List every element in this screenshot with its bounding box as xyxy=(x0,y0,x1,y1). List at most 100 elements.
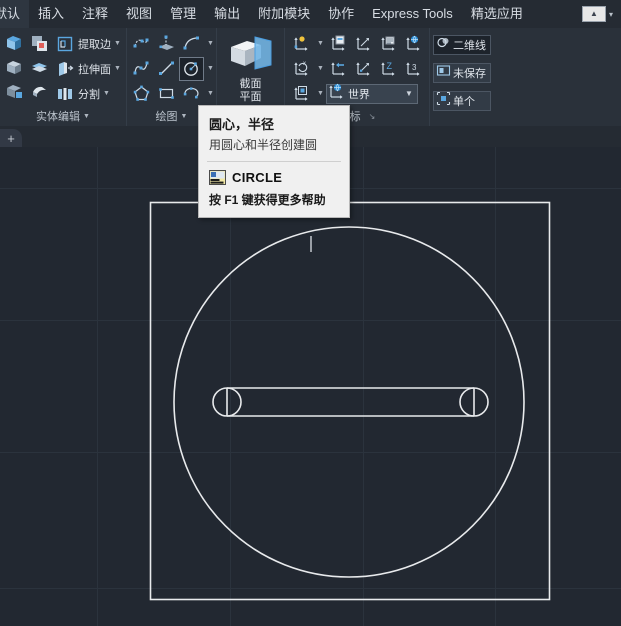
ribbon-tab-collaborate[interactable]: 协作 xyxy=(319,0,363,28)
ribbon-tab-manage[interactable]: 管理 xyxy=(161,0,205,28)
separate-solids-label: 分割 xyxy=(78,88,100,101)
extrude-faces-icon[interactable] xyxy=(52,57,77,81)
panel-title-draw-text: 绘图 xyxy=(155,111,178,123)
chevron-down-icon[interactable]: ▼ xyxy=(207,40,214,47)
ribbon-tab-output[interactable]: 输出 xyxy=(205,0,249,28)
chevron-down-icon[interactable]: ▼ xyxy=(405,89,413,98)
viewport-single-box[interactable]: 单个 xyxy=(433,90,491,111)
draw-row-2: ▼ xyxy=(129,56,216,81)
tooltip-command-row: CIRCLE xyxy=(199,162,349,189)
arc-icon[interactable] xyxy=(179,32,204,56)
ribbon-tab-annotate[interactable]: 注释 xyxy=(73,0,117,28)
extrude-faces-label: 拉伸面 xyxy=(78,63,111,76)
solid-editing-row-extract-edges[interactable]: 提取边 ▼ xyxy=(52,31,123,56)
chevron-down-icon[interactable]: ▾ xyxy=(609,10,613,19)
ellipse-icon[interactable] xyxy=(179,82,204,106)
dialog-launcher-icon[interactable]: ↘ xyxy=(369,108,376,126)
ucs-z-icon[interactable]: Z xyxy=(376,57,401,81)
minimize-ribbon-icon[interactable]: ▲ xyxy=(581,6,606,22)
ucs-object-icon[interactable] xyxy=(289,82,314,106)
panel-view-clipped: 二维线 未保存 单个 xyxy=(430,28,491,126)
view-unsaved-row[interactable]: 未保存 xyxy=(433,60,491,85)
circle-command-icon xyxy=(209,170,226,185)
draw-grid: ▼ ▼ ▼ xyxy=(129,31,216,106)
chevron-down-icon[interactable]: ▼ xyxy=(114,65,121,72)
chevron-down-icon[interactable]: ▼ xyxy=(317,65,324,72)
ribbon-tab-default[interactable]: 默认 xyxy=(0,0,30,28)
ucs-rotate-x-icon[interactable]: x xyxy=(289,57,314,81)
chevron-down-icon[interactable]: ▼ xyxy=(317,90,324,97)
tooltip-help-hint: 按 F1 键获得更多帮助 xyxy=(209,193,326,207)
solid-editing-row-extrude-faces[interactable]: 拉伸面 ▼ xyxy=(52,56,123,81)
solid-face-move-icon[interactable] xyxy=(2,31,27,55)
plus-icon[interactable]: + xyxy=(0,129,22,147)
ucs-face-icon[interactable] xyxy=(376,32,401,56)
chevron-down-icon[interactable]: ▼ xyxy=(317,40,324,47)
solid-face-delete-icon[interactable] xyxy=(2,79,27,103)
view-unsaved-icon xyxy=(436,63,451,83)
ucs-3point-icon[interactable] xyxy=(351,32,376,56)
panel-title-solid-editing-text: 实体编辑 xyxy=(36,111,81,123)
section-plane-label-line1: 截面 xyxy=(239,78,262,90)
solid-thicken-icon[interactable] xyxy=(27,79,52,103)
solid-editing-icon-column-1 xyxy=(2,31,27,103)
minimize-ribbon-glyph: ▲ xyxy=(590,9,598,18)
chevron-down-icon[interactable]: ▼ xyxy=(114,40,121,47)
chevron-down-icon[interactable]: ▼ xyxy=(181,108,188,126)
view-unsaved-label: 未保存 xyxy=(453,67,486,80)
section-plane-icon xyxy=(225,33,277,78)
solid-face-copy-icon[interactable] xyxy=(2,55,27,79)
solid-union-icon[interactable] xyxy=(27,31,52,55)
spline-cv-icon[interactable] xyxy=(129,32,154,56)
panel-coordinates-body: ▼ x ▼ Z 3 ▼ 世界 ▼ xyxy=(285,28,429,108)
model-space[interactable] xyxy=(0,147,621,626)
ucs-world-icon xyxy=(327,82,346,106)
ucs-origin-icon[interactable] xyxy=(289,32,314,56)
ribbon-tab-express-tools[interactable]: Express Tools xyxy=(363,0,462,28)
line-icon[interactable] xyxy=(154,57,179,81)
ucs-zaxis-vector-icon[interactable] xyxy=(351,57,376,81)
panel-solid-editing-body: 提取边 ▼ 拉伸面 ▼ 分割 ▼ xyxy=(0,28,126,108)
chevron-down-icon[interactable]: ▼ xyxy=(83,108,90,126)
ribbon-tab-addins[interactable]: 附加模块 xyxy=(249,0,319,28)
svg-text:3: 3 xyxy=(412,63,417,72)
ucs-3-icon[interactable]: 3 xyxy=(401,57,426,81)
visual-style-box[interactable]: 二维线 xyxy=(433,34,491,55)
ribbon-tab-view[interactable]: 视图 xyxy=(117,0,161,28)
tooltip-description: 用圆心和半径创建圆 xyxy=(209,138,318,152)
ribbon-tab-featured-apps[interactable]: 精选应用 xyxy=(462,0,532,28)
chevron-down-icon[interactable]: ▼ xyxy=(207,90,214,97)
panel-title-solid-editing[interactable]: 实体编辑 ▼ xyxy=(0,108,126,126)
ucs-named-icon[interactable] xyxy=(326,32,351,56)
ribbon-tab-insert[interactable]: 插入 xyxy=(29,0,73,28)
section-plane-button[interactable]: 截面 平面 xyxy=(220,31,282,107)
viewport-single-row[interactable]: 单个 xyxy=(433,88,491,113)
visual-style-row[interactable]: 二维线 xyxy=(433,32,491,57)
polygon-icon[interactable] xyxy=(129,82,154,106)
solid-editing-command-column: 提取边 ▼ 拉伸面 ▼ 分割 ▼ xyxy=(52,31,123,106)
view-unsaved-box[interactable]: 未保存 xyxy=(433,62,491,83)
drawing-canvas[interactable] xyxy=(0,147,621,626)
svg-text:Z: Z xyxy=(386,61,392,71)
circle-center-radius-icon[interactable] xyxy=(179,56,204,81)
svg-text:x: x xyxy=(303,61,306,67)
ucs-world-icon[interactable] xyxy=(401,32,426,56)
draw-row-1: ▼ xyxy=(129,31,216,56)
rectangle-icon[interactable] xyxy=(154,82,179,106)
panel-solid-editing: 提取边 ▼ 拉伸面 ▼ 分割 ▼ 实体编辑 ▼ xyxy=(0,28,127,126)
helix-icon[interactable] xyxy=(154,32,179,56)
coordinates-row-1: ▼ xyxy=(289,31,426,56)
coordinates-row-2: x ▼ Z 3 xyxy=(289,56,426,81)
solid-slice-icon[interactable] xyxy=(27,55,52,79)
separate-solids-icon[interactable] xyxy=(52,82,77,106)
solid-editing-row-separate[interactable]: 分割 ▼ xyxy=(52,81,123,106)
section-plane-label-line2: 平面 xyxy=(239,91,262,103)
chevron-down-icon[interactable]: ▼ xyxy=(103,90,110,97)
spline-fit-icon[interactable] xyxy=(129,57,154,81)
ribbon-tab-bar: 默认 插入 注释 视图 管理 输出 附加模块 协作 Express Tools … xyxy=(0,0,621,29)
ucs-previous-icon[interactable] xyxy=(326,57,351,81)
panel-title-view-clipped xyxy=(430,116,476,126)
chevron-down-icon[interactable]: ▼ xyxy=(207,65,214,72)
extract-edges-icon[interactable] xyxy=(52,32,77,56)
ucs-combo[interactable]: 世界 ▼ xyxy=(325,82,418,106)
